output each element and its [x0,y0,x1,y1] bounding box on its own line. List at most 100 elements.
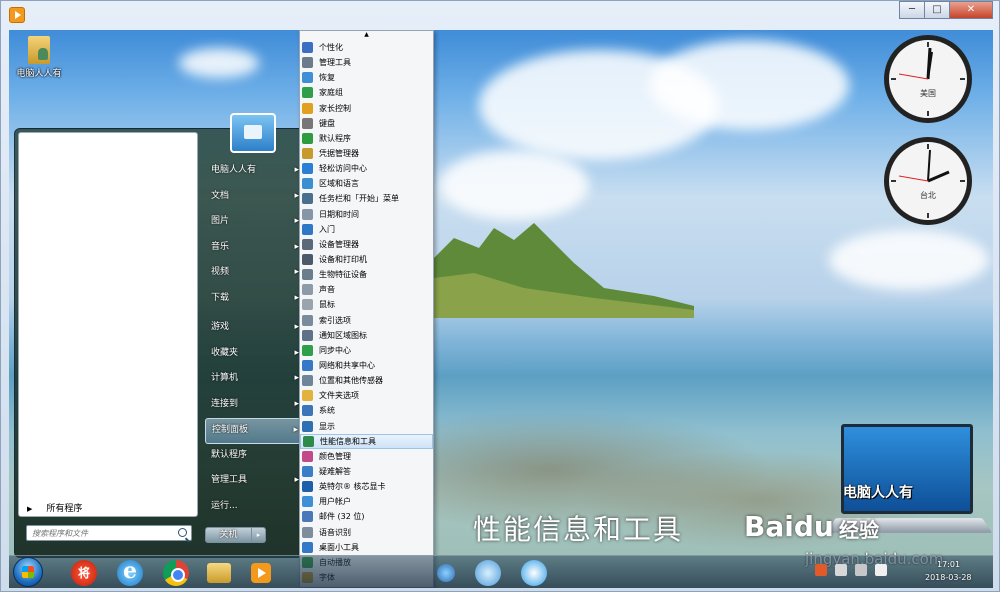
scroll-up-arrow-icon[interactable]: ▲ [300,31,433,40]
control-panel-item[interactable]: 索引选项 [300,313,433,328]
control-panel-item[interactable]: 疑难解答 [300,464,433,479]
video-caption: 性能信息和工具 [473,513,684,546]
control-panel-item-icon [302,329,313,341]
tray-app-icon[interactable] [815,564,827,576]
control-panel-item-icon [302,254,313,266]
minimize-button[interactable]: ─ [899,1,925,19]
user-picture[interactable] [230,113,276,153]
control-panel-item[interactable]: 文件夹选项 [300,388,433,403]
start-item-run[interactable]: 运行... [205,495,301,521]
search-input[interactable] [27,526,167,540]
clock-gadget-2[interactable]: 台北 [883,136,973,226]
start-item-pictures[interactable]: 图片 [205,210,301,236]
control-panel-item[interactable]: 凭据管理器 [300,146,433,161]
control-panel-item-icon [302,238,313,250]
control-panel-item[interactable]: 设备和打印机 [300,252,433,267]
player-app-icon[interactable] [9,7,25,23]
control-panel-item[interactable]: 系统 [300,403,433,418]
taskbar-clock-time[interactable]: 17:01 [937,560,960,569]
shutdown-group: 关机 ▸ [205,527,269,543]
control-panel-item[interactable]: 网络和共享中心 [300,358,433,373]
control-panel-item[interactable]: 日期和时间 [300,207,433,222]
taskbar-chrome-icon[interactable] [163,560,189,586]
control-panel-item[interactable]: 颜色管理 [300,449,433,464]
control-panel-item[interactable]: 英特尔® 核芯显卡 [300,479,433,494]
start-item-videos[interactable]: 视频 [205,261,301,287]
desktop: 电脑人人有 美国 台北 电脑人人有 ▶ 所有程序 搜索程序和文件 电脑人人有 ▸… [9,30,993,588]
control-panel-item-label: 英特尔® 核芯显卡 [319,482,386,492]
search-icon[interactable] [178,528,187,537]
taskbar-clock-date[interactable]: 2018-03-28 [925,573,972,582]
control-panel-item[interactable]: 通知区域图标 [300,328,433,343]
tray-flag-icon[interactable] [835,564,847,576]
control-panel-item-label: 位置和其他传感器 [319,376,383,386]
control-panel-item[interactable]: 位置和其他传感器 [300,373,433,388]
shutdown-button[interactable]: 关机 [205,527,252,543]
control-panel-item-icon [302,284,313,296]
clock-gadget-2-city: 台北 [920,190,936,200]
control-panel-item-label: 任务栏和「开始」菜单 [319,194,399,204]
player-window: ─ □ ✕ 电脑人人有 美国 台北 电脑人人有 ▶ 所有程序 搜索程序和文件 电… [0,0,1000,592]
control-panel-item[interactable]: 显示 [300,419,433,434]
control-panel-item[interactable]: 轻松访问中心 [300,161,433,176]
control-panel-item-icon [302,72,313,84]
control-panel-item-label: 区域和语言 [319,179,359,189]
start-button[interactable] [13,557,43,587]
clock-gadget-1[interactable]: 美国 [883,34,973,124]
title-bar[interactable]: ─ □ ✕ [1,1,999,29]
tray-network-icon[interactable] [855,564,867,576]
taskbar-qq-icon[interactable] [521,560,547,586]
desktop-icon-user-folder[interactable]: 电脑人人有 [11,36,67,79]
control-panel-item[interactable]: 区域和语言 [300,176,433,191]
control-panel-item[interactable]: 鼠标 [300,297,433,312]
control-panel-item-label: 家长控制 [319,103,351,113]
start-item-downloads[interactable]: 下载 [205,287,301,313]
shutdown-options-button[interactable]: ▸ [252,527,266,543]
control-panel-item[interactable]: 家长控制 [300,101,433,116]
all-programs-link[interactable]: 所有程序 [27,501,82,514]
taskbar-explorer-icon[interactable] [207,563,231,583]
control-panel-item[interactable]: 键盘 [300,116,433,131]
control-panel-item-label: 颜色管理 [319,451,351,461]
control-panel-item[interactable]: 声音 [300,282,433,297]
control-panel-item[interactable]: 管理工具 [300,55,433,70]
control-panel-item[interactable]: 邮件 (32 位) [300,509,433,524]
control-panel-item[interactable]: 默认程序 [300,131,433,146]
control-panel-item[interactable]: 任务栏和「开始」菜单 [300,191,433,206]
start-item-computer[interactable]: 计算机 [205,367,301,393]
start-item-user-folder[interactable]: 电脑人人有 [205,159,301,185]
control-panel-item[interactable]: 家庭组 [300,85,433,100]
control-panel-item[interactable]: 设备管理器 [300,237,433,252]
start-item-games[interactable]: 游戏 [205,316,301,342]
control-panel-item[interactable]: 个性化 [300,40,433,55]
taskbar-app-jiang[interactable]: 将 [71,560,97,586]
control-panel-item[interactable]: 性能信息和工具 [300,433,433,449]
tray-volume-icon[interactable] [875,564,887,576]
close-button[interactable]: ✕ [949,1,993,19]
control-panel-item[interactable]: 桌面小工具 [300,540,433,555]
start-item-documents[interactable]: 文档 [205,185,301,211]
search-box[interactable] [26,525,192,541]
start-item-favorites[interactable]: 收藏夹 [205,342,301,368]
start-menu: 所有程序 电脑人人有 文档 图片 音乐 视频 下载 游戏 收藏夹 计算机 连接到… [14,113,304,558]
control-panel-item[interactable]: 恢复 [300,70,433,85]
taskbar-tool-icon[interactable] [475,560,501,586]
control-panel-item[interactable]: 同步中心 [300,343,433,358]
control-panel-item-label: 索引选项 [319,315,351,325]
control-panel-item[interactable]: 语音识别 [300,525,433,540]
taskbar-ie-icon[interactable] [117,558,143,586]
maximize-button[interactable]: □ [924,1,950,19]
control-panel-item[interactable]: 入门 [300,222,433,237]
start-item-music[interactable]: 音乐 [205,236,301,262]
start-item-control-panel[interactable]: 控制面板 [205,418,301,444]
control-panel-item-label: 用户帐户 [319,497,351,507]
control-panel-item-icon [302,360,313,372]
start-item-admin-tools[interactable]: 管理工具 [205,469,301,495]
start-item-connect-to[interactable]: 连接到 [205,393,301,419]
start-item-default-programs[interactable]: 默认程序 [205,444,301,470]
taskbar-player-icon[interactable] [251,563,271,583]
taskbar-paint-icon[interactable] [437,564,455,582]
control-panel-item-label: 性能信息和工具 [320,436,376,446]
control-panel-item[interactable]: 生物特征设备 [300,267,433,282]
control-panel-item[interactable]: 用户帐户 [300,494,433,509]
